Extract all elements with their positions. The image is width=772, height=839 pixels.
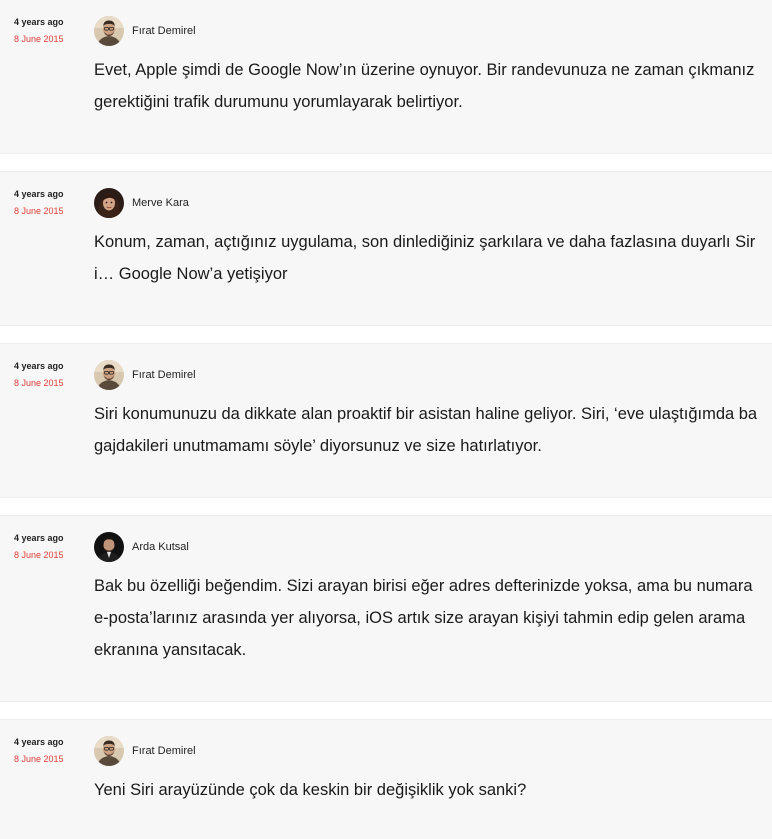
entry-meta: 4 years ago 8 June 2015: [14, 188, 84, 217]
entry-date: 8 June 2015: [14, 378, 64, 388]
time-ago: 4 years ago: [14, 17, 64, 27]
entry-meta: 4 years ago 8 June 2015: [14, 736, 84, 765]
entry-text: Yeni Siri arayüzünde çok da keskin bir d…: [94, 781, 527, 799]
avatar-merve-icon[interactable]: [94, 188, 124, 218]
entry-meta: 4 years ago 8 June 2015: [14, 360, 84, 389]
feed-entry: 4 years ago 8 June 2015 Fırat Demirel Ye…: [0, 719, 772, 839]
time-ago: 4 years ago: [14, 737, 64, 747]
entry-text: Evet, Apple şimdi de Google Now’ın üzeri…: [94, 61, 755, 111]
time-ago: 4 years ago: [14, 189, 64, 199]
entry-author[interactable]: Fırat Demirel: [94, 16, 196, 46]
entry-author[interactable]: Merve Kara: [94, 188, 189, 218]
entry-meta: 4 years ago 8 June 2015: [14, 16, 84, 45]
feed-entry: 4 years ago 8 June 2015 Fırat Demirel Si…: [0, 343, 772, 498]
author-name[interactable]: Fırat Demirel: [132, 25, 196, 37]
feed-entry: 4 years ago 8 June 2015 Fırat Demirel Ev…: [0, 0, 772, 154]
author-name[interactable]: Fırat Demirel: [132, 369, 196, 381]
time-ago: 4 years ago: [14, 361, 64, 371]
author-name[interactable]: Arda Kutsal: [132, 541, 189, 553]
entry-date: 8 June 2015: [14, 550, 64, 560]
time-ago: 4 years ago: [14, 533, 64, 543]
avatar-firat-icon[interactable]: [94, 360, 124, 390]
entry-text: Siri konumunuzu da dikkate alan proaktif…: [94, 405, 758, 455]
entry-date: 8 June 2015: [14, 206, 64, 216]
entry-author[interactable]: Fırat Demirel: [94, 360, 196, 390]
entry-author[interactable]: Arda Kutsal: [94, 532, 189, 562]
entry-text: Konum, zaman, açtığınız uygulama, son di…: [94, 233, 756, 283]
feed-entry: 4 years ago 8 June 2015 Merve Kara Konum…: [0, 171, 772, 326]
entry-meta: 4 years ago 8 June 2015: [14, 532, 84, 561]
avatar-arda-icon[interactable]: [94, 532, 124, 562]
entry-text: Bak bu özelliği beğendim. Sizi arayan bi…: [94, 577, 753, 659]
entry-date: 8 June 2015: [14, 754, 64, 764]
author-name[interactable]: Fırat Demirel: [132, 745, 196, 757]
entry-date: 8 June 2015: [14, 34, 64, 44]
author-name[interactable]: Merve Kara: [132, 197, 189, 209]
live-feed: 4 years ago 8 June 2015 Fırat Demirel Ev…: [0, 0, 772, 839]
feed-entry: 4 years ago 8 June 2015 Arda Kutsal Bak …: [0, 515, 772, 702]
avatar-firat-icon[interactable]: [94, 736, 124, 766]
entry-author[interactable]: Fırat Demirel: [94, 736, 196, 766]
avatar-firat-icon[interactable]: [94, 16, 124, 46]
